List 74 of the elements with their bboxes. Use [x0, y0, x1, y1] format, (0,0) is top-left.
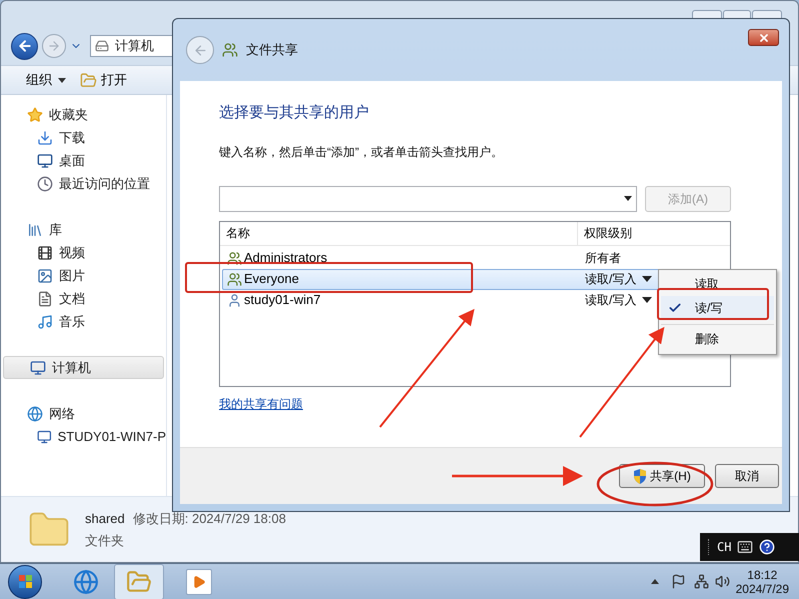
cancel-button[interactable]: 取消	[715, 464, 779, 488]
start-button[interactable]	[8, 564, 42, 598]
network-icon[interactable]	[694, 574, 709, 589]
user-name: study01-win7	[244, 291, 321, 310]
permission-level: 所有者	[585, 250, 621, 267]
back-button[interactable]	[11, 32, 38, 60]
user-name: Administrators	[244, 249, 328, 268]
nav-item[interactable]: 图片	[1, 264, 166, 287]
nav-item[interactable]: 库	[1, 218, 166, 241]
document-icon	[37, 290, 53, 306]
file-type: 文件夹	[85, 532, 125, 550]
star-icon	[27, 106, 43, 122]
toolbar-button[interactable]: 组织	[26, 70, 66, 90]
video-icon	[37, 244, 53, 260]
flag-icon[interactable]	[670, 574, 686, 589]
nav-item[interactable]: 音乐	[1, 310, 166, 333]
clock[interactable]: 18:12 2024/7/29	[736, 568, 789, 596]
close-icon	[758, 32, 770, 44]
share-button[interactable]: 共享(H)	[619, 464, 705, 488]
nav-item[interactable]: 网络	[1, 402, 166, 425]
forward-arrow-icon	[47, 39, 61, 53]
nav-item[interactable]: 下载	[1, 126, 166, 149]
check-icon	[668, 301, 682, 315]
download-icon	[37, 130, 53, 146]
network-icon	[27, 406, 43, 422]
input-language[interactable]: CH	[717, 538, 732, 556]
dropdown-icon	[624, 196, 632, 201]
media-player-taskbar-icon[interactable]	[186, 568, 212, 594]
nav-item[interactable]: 文档	[1, 287, 166, 310]
dropdown-icon[interactable]	[642, 276, 652, 282]
dropdown-icon	[58, 78, 66, 82]
column-header[interactable]: 权限级别	[578, 222, 730, 244]
picture-icon	[37, 268, 53, 284]
nav-item[interactable]: 最近访问的位置	[1, 172, 166, 195]
file-name: shared	[85, 510, 125, 528]
users-icon	[227, 272, 242, 286]
computer-icon	[30, 360, 46, 376]
menu-item[interactable]: 删除	[661, 324, 774, 352]
keyboard-icon[interactable]	[737, 539, 754, 555]
dropdown-icon[interactable]	[642, 297, 652, 303]
help-link[interactable]: 我的共享有问题	[219, 394, 303, 412]
folder-icon	[80, 72, 97, 88]
speaker-icon[interactable]	[714, 574, 730, 589]
music-icon	[37, 314, 53, 330]
desktop-icon	[37, 152, 53, 168]
computer-icon	[37, 428, 52, 444]
recent-places-icon	[37, 176, 53, 192]
nav-item[interactable]: 桌面	[1, 149, 166, 172]
users-icon	[222, 42, 238, 58]
breadcrumb-item[interactable]: 计算机	[115, 36, 154, 56]
help-icon[interactable]	[759, 539, 776, 555]
user-icon	[227, 292, 242, 308]
nav-item[interactable]: 视频	[1, 241, 166, 264]
nav-item[interactable]: STUDY01-WIN7-P	[1, 425, 166, 448]
permission-level: 读取/写入	[585, 292, 636, 309]
library-icon	[27, 222, 43, 238]
instruction-text: 键入名称，然后单击“添加”，或者单击箭头查找用户。	[219, 144, 504, 160]
toolbar-button[interactable]: 打开	[80, 70, 127, 90]
dialog-heading: 选择要与其共享的用户	[219, 103, 370, 123]
users-icon	[227, 250, 242, 266]
dialog-title: 文件共享	[246, 41, 298, 60]
nav-item[interactable]: 收藏夹	[1, 103, 166, 126]
permission-level: 读取/写入	[585, 271, 636, 288]
modified-date: 修改日期: 2024/7/29 18:08	[132, 510, 286, 528]
user-name: Everyone	[244, 270, 299, 288]
shield-icon	[633, 468, 648, 484]
close-button[interactable]	[748, 29, 779, 46]
browser-taskbar-icon[interactable]	[72, 568, 100, 596]
drive-icon	[95, 39, 109, 53]
show-hidden-icons-icon[interactable]	[650, 579, 659, 584]
menu-item[interactable]: 读/写	[661, 296, 774, 320]
nav-item[interactable]: 计算机	[3, 356, 164, 379]
user-row[interactable]: Administrators 所有者	[222, 248, 728, 268]
column-header[interactable]: 名称	[220, 222, 578, 244]
